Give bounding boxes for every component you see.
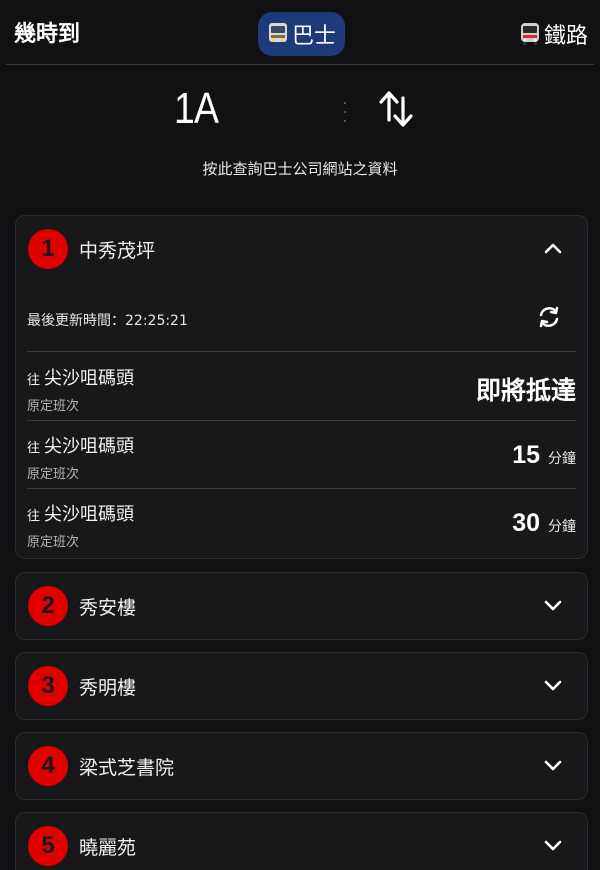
eta-row: 往尖沙咀碼頭 原定班次 即將抵達: [27, 353, 576, 421]
train-icon: [519, 22, 541, 46]
chevron-down-icon[interactable]: [543, 597, 563, 613]
stop-name: 中秀茂坪: [79, 240, 156, 262]
eta-row: 往尖沙咀碼頭 原定班次 30 分鐘: [27, 489, 576, 557]
stop-header[interactable]: 4 梁式芝書院: [16, 733, 587, 799]
eta-direction-prefix: 往: [27, 373, 41, 388]
eta-minutes-unit: 分鐘: [548, 519, 576, 535]
stop-name: 梁式芝書院: [79, 757, 175, 779]
eta-minutes: 30 分鐘: [512, 509, 576, 538]
stop-name: 秀明樓: [79, 677, 137, 699]
chevron-down-icon[interactable]: [543, 677, 563, 693]
stop-header[interactable]: 3 秀明樓: [16, 653, 587, 719]
rail-tab[interactable]: 鐵路: [519, 18, 588, 50]
last-updated-row: 最後更新時間：22:25:21: [27, 284, 576, 352]
separator: [344, 102, 346, 122]
eta-destination: 尖沙咀碼頭: [44, 504, 135, 525]
stop-card: 3 秀明樓: [15, 652, 588, 720]
stop-sequence-badge: 4: [28, 746, 68, 786]
eta-minutes-value: 15: [512, 441, 540, 469]
rail-tab-label: 鐵路: [543, 24, 588, 49]
bus-tab-label: 巴士: [291, 24, 336, 49]
app-title: 幾時到: [14, 22, 81, 47]
eta-remark: 原定班次: [27, 535, 80, 550]
eta-destination: 尖沙咀碼頭: [44, 436, 135, 457]
app-header: 幾時到 巴士 鐵路: [0, 0, 600, 64]
eta-status: 即將抵達: [475, 376, 576, 405]
stop-card: 2 秀安樓: [15, 572, 588, 640]
stop-sequence-badge: 1: [28, 229, 68, 269]
eta-direction-prefix: 往: [27, 441, 41, 456]
refresh-icon[interactable]: [536, 304, 562, 330]
eta-minutes: 15 分鐘: [512, 441, 576, 470]
company-website-link[interactable]: 按此查詢巴士公司網站之資料: [0, 158, 600, 179]
bus-tab[interactable]: 巴士: [258, 12, 345, 56]
bus-icon: [267, 22, 289, 46]
stop-header[interactable]: 5 曉麗苑: [16, 813, 587, 870]
chevron-down-icon[interactable]: [543, 837, 563, 853]
stop-sequence-badge: 5: [28, 826, 68, 866]
stop-card: 1 中秀茂坪 最後更新時間：22:25:21 往尖沙咀碼頭 原定班次 即將抵達 …: [15, 215, 588, 559]
eta-destination: 尖沙咀碼頭: [44, 368, 135, 389]
chevron-down-icon[interactable]: [543, 757, 563, 773]
eta-row: 往尖沙咀碼頭 原定班次 15 分鐘: [27, 421, 576, 489]
swap-arrows-icon: [379, 91, 413, 127]
stop-sequence-badge: 3: [28, 666, 68, 706]
chevron-up-icon[interactable]: [543, 240, 563, 256]
eta-remark: 原定班次: [27, 399, 80, 414]
stop-header[interactable]: 1 中秀茂坪: [16, 216, 587, 282]
eta-minutes-unit: 分鐘: [548, 451, 576, 467]
last-updated-time: 最後更新時間：22:25:21: [27, 313, 188, 329]
stop-header[interactable]: 2 秀安樓: [16, 573, 587, 639]
eta-direction-prefix: 往: [27, 509, 41, 524]
stop-name: 秀安樓: [79, 597, 137, 619]
swap-direction-button[interactable]: [378, 88, 414, 130]
stop-name: 曉麗苑: [79, 837, 137, 859]
stop-sequence-badge: 2: [28, 586, 68, 626]
route-number[interactable]: 1A: [174, 84, 219, 134]
eta-minutes-value: 30: [512, 509, 540, 537]
eta-remark: 原定班次: [27, 467, 80, 482]
header-divider: [6, 64, 594, 65]
stop-card: 5 曉麗苑: [15, 812, 588, 870]
stop-card: 4 梁式芝書院: [15, 732, 588, 800]
